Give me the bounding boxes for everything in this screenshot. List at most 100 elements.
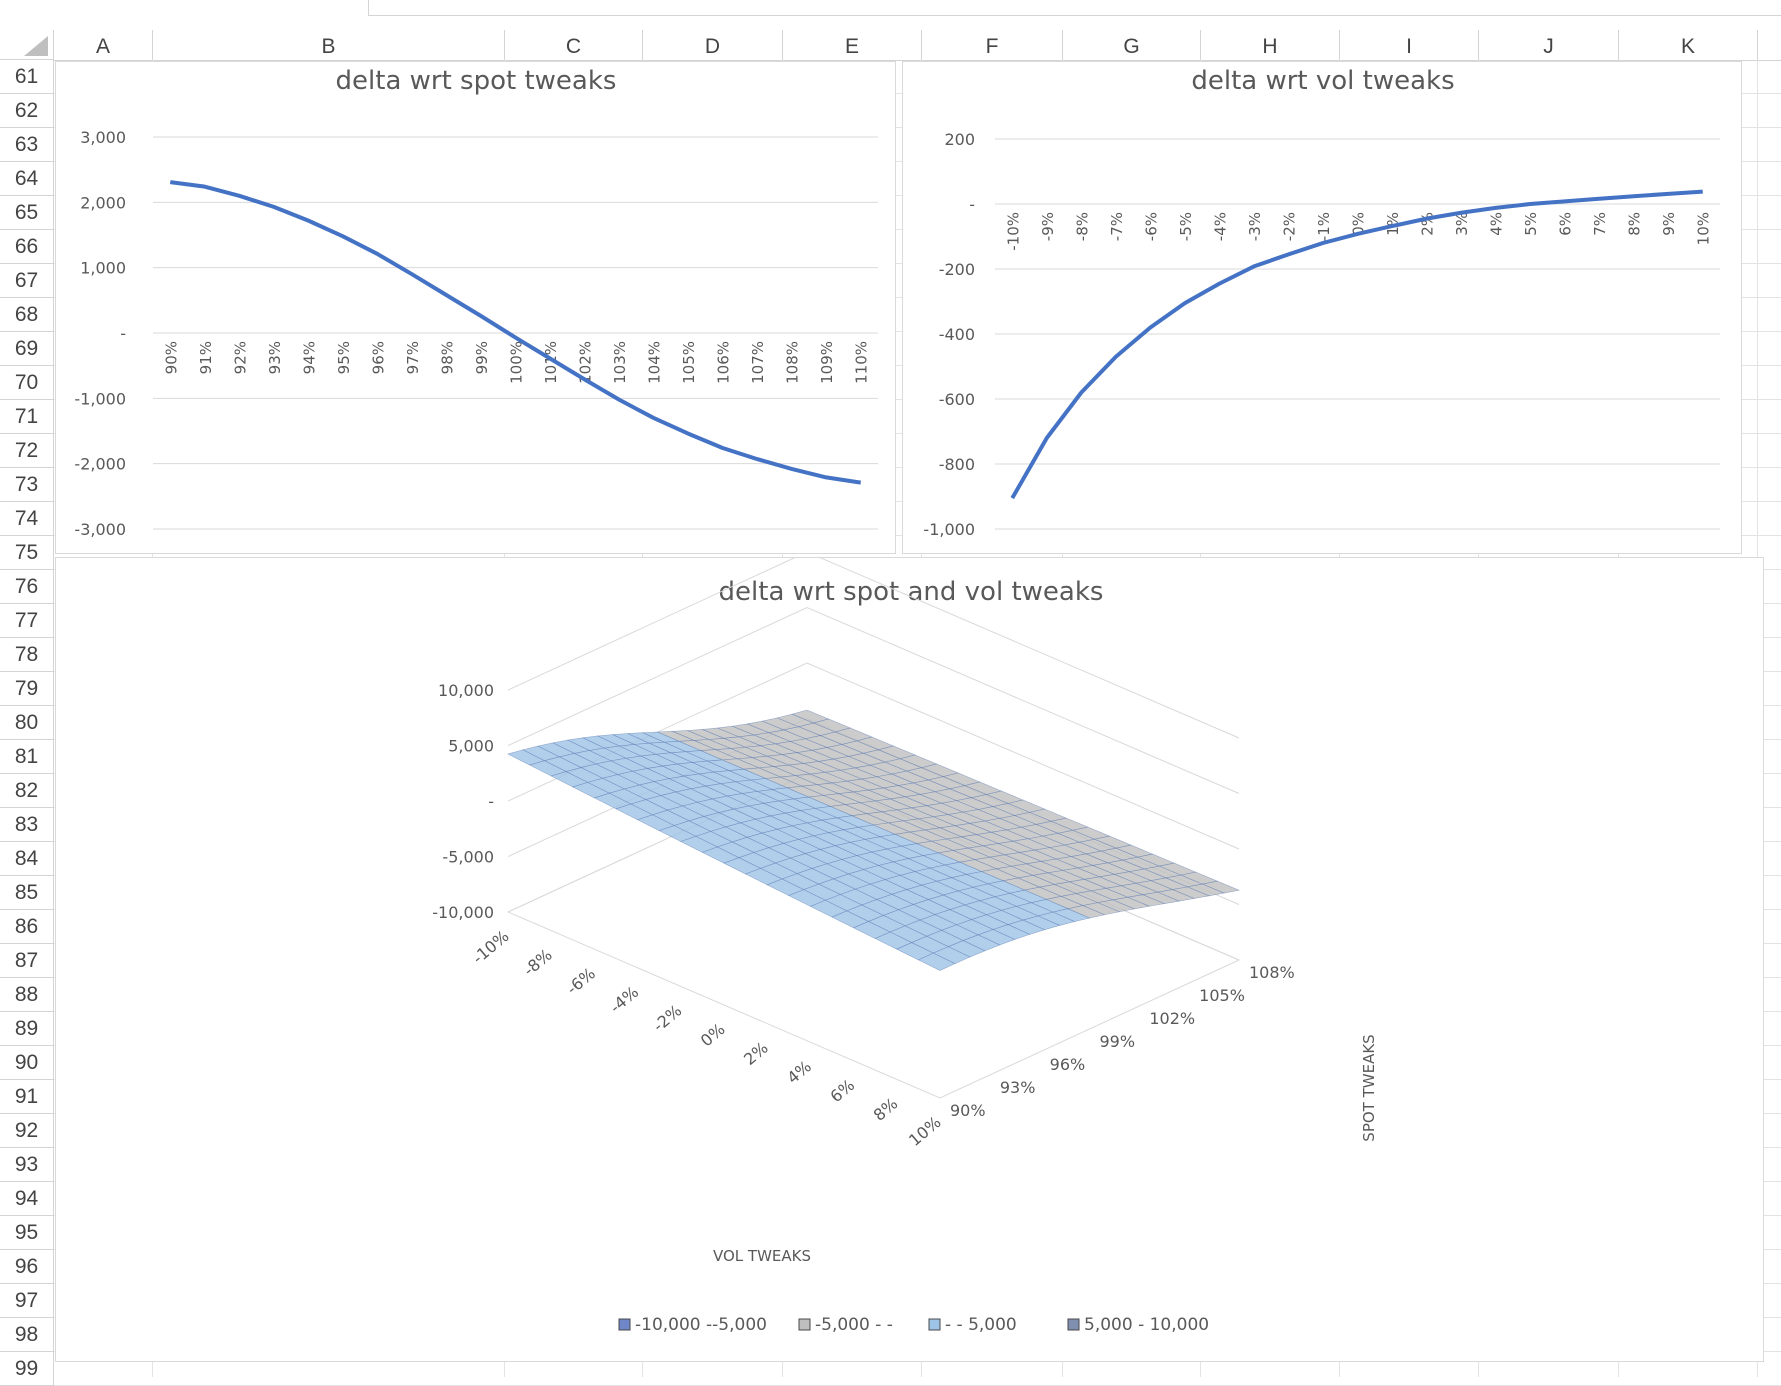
x-tick-label: 104% (646, 341, 664, 384)
legend-label: -10,000 --5,000 (635, 1315, 767, 1335)
row-header-64[interactable]: 64 (0, 162, 54, 196)
column-header-h[interactable]: H (1201, 30, 1340, 60)
vol-tick-label: -6% (563, 964, 599, 999)
row-header-75[interactable]: 75 (0, 536, 54, 570)
column-header-i[interactable]: I (1340, 30, 1479, 60)
row-header-72[interactable]: 72 (0, 434, 54, 468)
column-header-g[interactable]: G (1063, 30, 1201, 60)
row-header-82[interactable]: 82 (0, 774, 54, 808)
z-tick-label: - (488, 792, 494, 811)
vol-tick-label: -4% (606, 982, 642, 1017)
x-tick-label: 7% (1591, 212, 1609, 236)
x-tick-label: 95% (335, 341, 353, 374)
row-header-76[interactable]: 76 (0, 570, 54, 604)
vol-tick-label: 10% (905, 1113, 944, 1150)
legend-label: - - 5,000 (945, 1315, 1017, 1335)
chart-delta-wrt-spot[interactable]: delta wrt spot tweaks 3,000 2,000 1,000 - -1… (55, 61, 896, 554)
select-all-triangle-icon[interactable] (24, 36, 48, 56)
chart-delta-wrt-spot-and-vol[interactable]: delta wrt spot and vol tweaks VOL TWEAKS… (55, 557, 1764, 1362)
legend-swatch (928, 1318, 941, 1331)
row-header-61[interactable]: 61 (0, 60, 54, 94)
row-header-67[interactable]: 67 (0, 264, 54, 298)
y-tick-label: -3,000 (74, 520, 126, 539)
column-header-e[interactable]: E (783, 30, 922, 60)
x-tick-label: -4% (1211, 212, 1229, 241)
row-header-93[interactable]: 93 (0, 1148, 54, 1182)
column-header-f[interactable]: F (922, 30, 1063, 60)
column-header-c[interactable]: C (505, 30, 643, 60)
row-header-88[interactable]: 88 (0, 978, 54, 1012)
row-header-79[interactable]: 79 (0, 672, 54, 706)
series-line[interactable] (169, 180, 862, 485)
row-header-62[interactable]: 62 (0, 94, 54, 128)
legend-label: -5,000 - - (815, 1315, 893, 1335)
row-header-74[interactable]: 74 (0, 502, 54, 536)
row-header-90[interactable]: 90 (0, 1046, 54, 1080)
x-tick-label: 90% (162, 341, 180, 374)
row-header-98[interactable]: 98 (0, 1318, 54, 1352)
x-tick-label: 8% (1626, 212, 1644, 236)
row-header-97[interactable]: 97 (0, 1284, 54, 1318)
chart-delta-wrt-vol[interactable]: delta wrt vol tweaks 200 - -200 -400 -600 -80… (902, 61, 1742, 554)
row-header-70[interactable]: 70 (0, 366, 54, 400)
chart-title: delta wrt spot tweaks (336, 66, 617, 96)
x-tick-label: 94% (300, 341, 318, 374)
x-tick-label: -10% (1004, 212, 1022, 251)
row-header-63[interactable]: 63 (0, 128, 54, 162)
row-header-77[interactable]: 77 (0, 604, 54, 638)
row-header-86[interactable]: 86 (0, 910, 54, 944)
y-tick-label: - (120, 324, 126, 343)
spot-tick-label: 96% (1050, 1055, 1086, 1074)
x-tick-label: 108% (784, 341, 802, 384)
row-header-84[interactable]: 84 (0, 842, 54, 876)
x-tick-label: 10% (1695, 212, 1713, 245)
row-header-89[interactable]: 89 (0, 1012, 54, 1046)
row-header-94[interactable]: 94 (0, 1182, 54, 1216)
legend-swatch (1067, 1318, 1080, 1331)
column-header-k[interactable]: K (1619, 30, 1758, 60)
row-header-68[interactable]: 68 (0, 298, 54, 332)
row-header-83[interactable]: 83 (0, 808, 54, 842)
x-tick-label: -1% (1315, 212, 1333, 241)
column-header-d[interactable]: D (643, 30, 783, 60)
row-header-65[interactable]: 65 (0, 196, 54, 230)
row-header-78[interactable]: 78 (0, 638, 54, 672)
chart-title: delta wrt spot and vol tweaks (719, 577, 1104, 607)
spot-tick-label: 102% (1149, 1009, 1195, 1028)
row-header-71[interactable]: 71 (0, 400, 54, 434)
y-tick-label: -400 (939, 325, 975, 344)
vol-tick-label: 4% (783, 1057, 815, 1088)
column-header-b[interactable]: B (153, 30, 505, 60)
z-tick-label: -10,000 (432, 903, 494, 922)
x-tick-label: -6% (1142, 212, 1160, 241)
vol-tick-label: -8% (520, 945, 556, 980)
row-header-99[interactable]: 99 (0, 1352, 54, 1386)
y-tick-label: 1,000 (80, 259, 126, 278)
column-header-j[interactable]: J (1479, 30, 1619, 60)
x-tick-label: 91% (197, 341, 215, 374)
spot-tick-label: 90% (950, 1101, 986, 1120)
chart-title: delta wrt vol tweaks (1191, 66, 1454, 96)
surface-chart-plot: delta wrt spot and vol tweaks VOL TWEAKS… (432, 558, 1378, 1335)
row-header-66[interactable]: 66 (0, 230, 54, 264)
row-header-81[interactable]: 81 (0, 740, 54, 774)
y-tick-label: 3,000 (80, 128, 126, 147)
column-header-a[interactable]: A (54, 30, 153, 60)
row-header-91[interactable]: 91 (0, 1080, 54, 1114)
row-header-95[interactable]: 95 (0, 1216, 54, 1250)
x-tick-label: 105% (680, 341, 698, 384)
row-header-73[interactable]: 73 (0, 468, 54, 502)
x-tick-label: 100% (508, 341, 526, 384)
row-header-87[interactable]: 87 (0, 944, 54, 978)
x-tick-label: 98% (438, 341, 456, 374)
row-header-85[interactable]: 85 (0, 876, 54, 910)
x-tick-label: 110% (853, 341, 871, 384)
row-header-96[interactable]: 96 (0, 1250, 54, 1284)
spot-tick-label: 93% (1000, 1078, 1036, 1097)
row-header-92[interactable]: 92 (0, 1114, 54, 1148)
x-tick-label: -8% (1073, 212, 1091, 241)
row-header-69[interactable]: 69 (0, 332, 54, 366)
row-header-80[interactable]: 80 (0, 706, 54, 740)
vol-tick-label: 2% (740, 1038, 772, 1069)
y-tick-label: -800 (939, 455, 975, 474)
